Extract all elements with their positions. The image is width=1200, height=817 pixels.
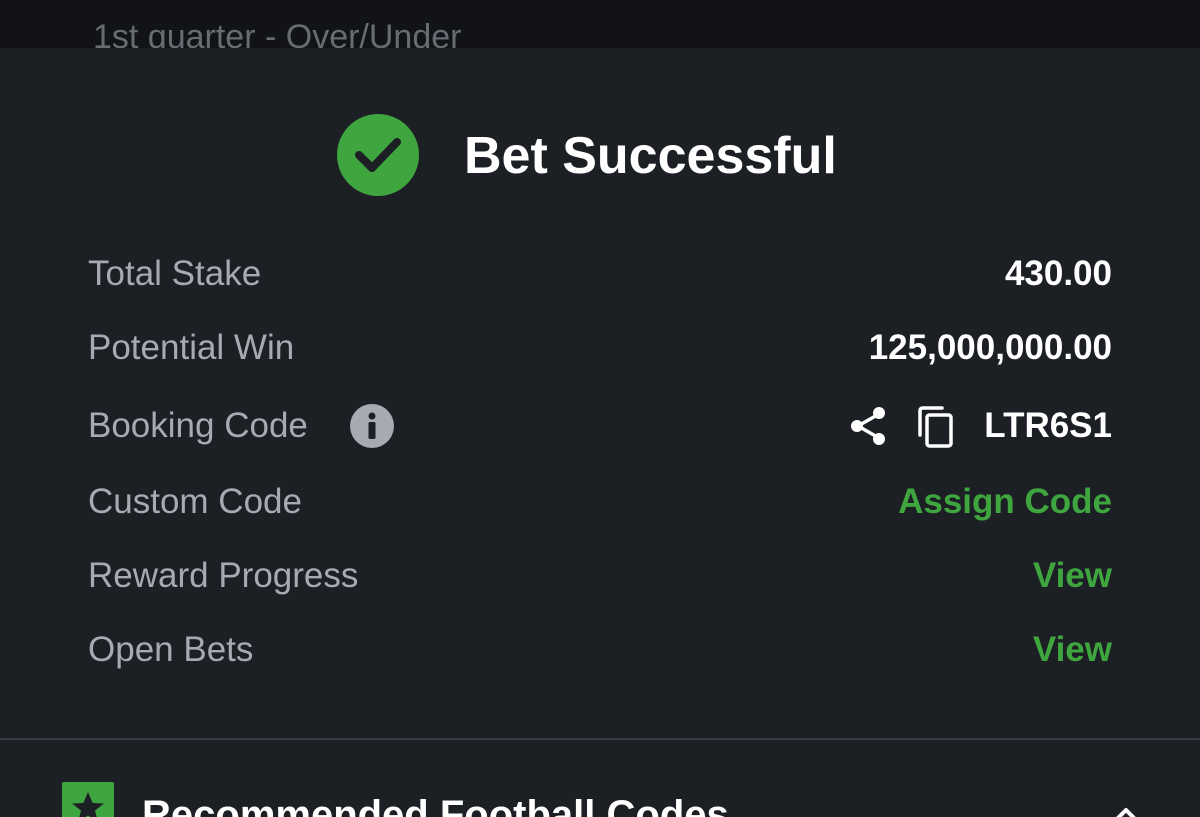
recommended-title: Recommended Football Codes — [142, 793, 729, 817]
potential-win-label: Potential Win — [88, 328, 295, 367]
check-circle-icon — [337, 114, 419, 196]
open-bets-view-link[interactable]: View — [1033, 622, 1112, 678]
reward-progress-row: Reward Progress View — [88, 548, 1112, 604]
potential-win-row: Potential Win 125,000,000.00 — [88, 320, 1112, 376]
custom-code-label: Custom Code — [88, 482, 302, 521]
share-icon[interactable] — [848, 405, 890, 447]
custom-code-row: Custom Code Assign Code — [88, 474, 1112, 530]
section-divider — [0, 738, 1200, 740]
booking-code-label: Booking Code — [88, 406, 308, 445]
bet-receipt-page: 1st quarter - Over/Under Bet Successful … — [0, 0, 1200, 817]
potential-win-value: 125,000,000.00 — [868, 328, 1112, 367]
reward-progress-label: Reward Progress — [88, 556, 359, 595]
bet-success-sheet: Bet Successful Total Stake 430.00 Potent… — [0, 48, 1200, 817]
market-label: 1st quarter - Over/Under — [93, 18, 462, 48]
star-icon — [72, 792, 104, 817]
booking-code-value[interactable]: LTR6S1 — [984, 398, 1112, 454]
info-icon[interactable] — [350, 404, 394, 448]
reward-progress-view-link[interactable]: View — [1033, 548, 1112, 604]
success-header: Bet Successful — [0, 112, 1200, 202]
chevron-up-icon[interactable] — [1106, 800, 1146, 817]
open-bets-label: Open Bets — [88, 630, 254, 669]
betslip-header-behind: 1st quarter - Over/Under — [0, 0, 1200, 48]
booking-code-row: Booking Code LTR6S1 — [88, 398, 1112, 454]
total-stake-row: Total Stake 430.00 — [88, 246, 1112, 302]
recommended-badge — [62, 782, 114, 817]
assign-code-link[interactable]: Assign Code — [898, 474, 1112, 530]
total-stake-value: 430.00 — [1004, 254, 1112, 293]
recommended-section-header[interactable]: Recommended Football Codes — [0, 778, 1200, 817]
copy-icon[interactable] — [914, 405, 956, 449]
total-stake-label: Total Stake — [88, 254, 262, 293]
open-bets-row: Open Bets View — [88, 622, 1112, 678]
success-title: Bet Successful — [464, 127, 837, 185]
